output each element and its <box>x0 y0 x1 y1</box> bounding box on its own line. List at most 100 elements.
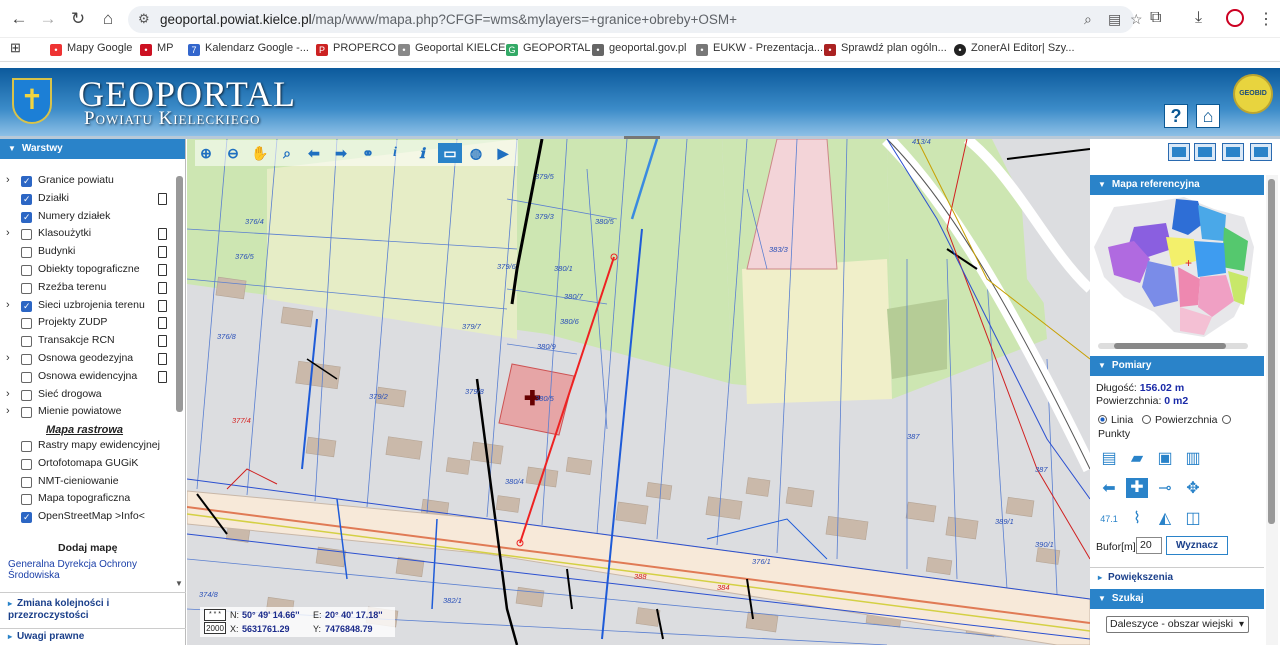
gdos-link[interactable]: Generalna Dyrekcja Ochrony Środowiska <box>8 559 168 581</box>
mode-points-radio[interactable] <box>1222 414 1235 426</box>
forward-icon[interactable]: → <box>37 8 59 30</box>
legend-document-icon[interactable] <box>158 228 167 241</box>
accordion-legal[interactable]: ▸ Uwagi prawne <box>0 628 186 645</box>
reload-icon[interactable]: ↻ <box>67 8 89 30</box>
mode-line-radio[interactable]: Linia <box>1098 414 1133 426</box>
layout-left-icon[interactable] <box>1194 143 1216 161</box>
area-shape-icon[interactable]: ◭ <box>1154 509 1176 529</box>
layer-item[interactable]: › Mienie powiatowe <box>0 403 172 421</box>
legend-document-icon[interactable] <box>158 263 167 276</box>
search-header[interactable]: ▼ Szukaj <box>1090 589 1264 609</box>
layer-item[interactable]: › Granice powiatu <box>0 172 172 191</box>
layer-item[interactable]: Działki <box>0 190 172 209</box>
expand-chevron-icon[interactable]: › <box>6 225 10 243</box>
legend-document-icon[interactable] <box>158 281 167 294</box>
home-icon[interactable]: ⌂ <box>97 8 119 30</box>
layer-checkbox[interactable] <box>21 476 32 488</box>
layer-checkbox[interactable] <box>21 282 32 294</box>
layer-checkbox[interactable] <box>21 318 32 330</box>
zoom-out-icon[interactable]: ⊖ <box>223 143 243 163</box>
layer-checkbox[interactable] <box>21 494 32 506</box>
globe-icon[interactable]: ◍ <box>466 143 486 163</box>
scale-value[interactable]: 2000 <box>204 622 226 634</box>
previous-view-icon[interactable]: ⬅ <box>304 143 324 163</box>
legend-document-icon[interactable] <box>158 246 167 259</box>
layer-item[interactable]: › Klasoużytki <box>0 225 172 243</box>
scroll-thumb[interactable] <box>1114 343 1226 349</box>
mode-area-radio[interactable]: Powierzchnia <box>1142 414 1217 426</box>
legend-document-icon[interactable] <box>158 352 167 365</box>
layer-checkbox[interactable] <box>21 191 32 209</box>
layer-checkbox[interactable] <box>21 173 32 191</box>
reference-map[interactable]: + <box>1094 197 1258 337</box>
layer-checkbox[interactable] <box>21 441 32 452</box>
bookmark[interactable]: • EUKW - Prezentacja... <box>696 42 823 56</box>
layer-checkbox[interactable] <box>21 371 32 383</box>
legend-document-icon[interactable] <box>158 370 167 383</box>
layer-checkbox[interactable] <box>21 229 32 241</box>
raster-layer-item[interactable]: OpenStreetMap >Info< <box>0 508 172 527</box>
scroll-down-icon[interactable]: ▼ <box>175 579 183 588</box>
layer-checkbox[interactable] <box>21 247 32 259</box>
layer-item[interactable]: Rzeźba terenu <box>0 279 172 297</box>
raster-layer-item[interactable]: Ortofotomapa GUGiK <box>0 455 172 473</box>
raster-layer-item[interactable]: Mapa topograficzna <box>0 490 172 508</box>
buffer-input[interactable]: 20 <box>1136 537 1162 554</box>
next-view-icon[interactable]: ➡ <box>331 143 351 163</box>
scale-icon[interactable]: * * * <box>204 609 226 621</box>
layout-right-icon[interactable] <box>1250 143 1272 161</box>
angle-icon[interactable]: 47.1 <box>1098 509 1120 529</box>
camera-icon[interactable]: ▶ <box>493 143 513 163</box>
expand-chevron-icon[interactable]: › <box>6 297 10 315</box>
raster-layer-item[interactable]: NMT-cieniowanie <box>0 473 172 491</box>
layer-checkbox[interactable] <box>21 336 32 348</box>
apps-icon[interactable]: ⊞ <box>10 40 21 56</box>
legend-document-icon[interactable] <box>158 299 167 312</box>
home-button[interactable]: ⌂ <box>1196 104 1220 128</box>
tools-scrollbar[interactable] <box>1266 175 1278 645</box>
layer-checkbox[interactable] <box>21 353 32 365</box>
reader-icon[interactable]: ▤ <box>1108 11 1121 28</box>
help-button[interactable]: ? <box>1164 104 1188 128</box>
link-icon[interactable]: ⚭ <box>358 143 378 163</box>
expand-chevron-icon[interactable]: › <box>6 386 10 404</box>
layer-checkbox[interactable] <box>21 389 32 401</box>
layer-item[interactable]: Budynki <box>0 243 172 261</box>
bookmark[interactable]: • ZonerAI Editor| Szy... <box>954 42 1075 56</box>
back-icon[interactable]: ← <box>8 8 30 30</box>
layer-item[interactable]: › Osnowa geodezyjna <box>0 350 172 368</box>
layer-item[interactable]: › Sieci uzbrojenia terenu <box>0 297 172 315</box>
legend-document-icon[interactable] <box>158 335 167 348</box>
bookmark[interactable]: • geoportal.gov.pl <box>592 42 686 56</box>
layer-checkbox[interactable] <box>21 298 32 315</box>
segment-icon[interactable]: ⊸ <box>1154 479 1176 499</box>
layer-checkbox[interactable] <box>21 509 32 527</box>
zoom-icon[interactable]: ⌕ <box>1084 11 1092 28</box>
layers-panel-header[interactable]: ▼ Warstwy <box>0 139 185 159</box>
bookmark[interactable]: • Geoportal KIELCE <box>398 42 506 56</box>
scroll-thumb[interactable] <box>176 176 183 412</box>
expand-chevron-icon[interactable]: › <box>6 172 10 190</box>
geobid-logo[interactable]: GEOBID <box>1233 74 1273 114</box>
layout-full-icon[interactable] <box>1168 143 1190 161</box>
folder-icon[interactable]: ▰ <box>1126 449 1148 469</box>
layers-scrollbar[interactable]: ▼ <box>175 172 184 592</box>
scroll-thumb[interactable] <box>1268 179 1275 524</box>
legend-document-icon[interactable] <box>158 317 167 330</box>
url-text[interactable]: geoportal.powiat.kielce.pl/map/www/mapa.… <box>160 12 737 27</box>
layer-checkbox[interactable] <box>21 458 32 470</box>
legend-document-icon[interactable] <box>158 192 167 205</box>
raster-layer-item[interactable]: Rastry mapy ewidencyjnej <box>0 437 172 455</box>
layer-item[interactable]: › Sieć drogowa <box>0 386 172 404</box>
info-extended-icon[interactable]: ℹ <box>412 143 432 163</box>
star-icon[interactable]: ☆ <box>1130 11 1143 28</box>
add-point-icon[interactable]: ✚ <box>1126 478 1148 498</box>
address-bar[interactable]: ⚙ geoportal.powiat.kielce.pl/map/www/map… <box>128 6 1143 33</box>
profile-avatar[interactable] <box>1226 9 1244 27</box>
layer-item[interactable]: Numery działek <box>0 208 172 226</box>
layer-item[interactable]: Transakcje RCN <box>0 332 172 350</box>
trash-icon[interactable]: ▥ <box>1182 449 1204 469</box>
download-icon[interactable]: ⤓ <box>1195 9 1202 27</box>
zoom-section-header[interactable]: ▸ Powiększenia <box>1090 567 1264 587</box>
cube-icon[interactable]: ◫ <box>1182 509 1204 529</box>
